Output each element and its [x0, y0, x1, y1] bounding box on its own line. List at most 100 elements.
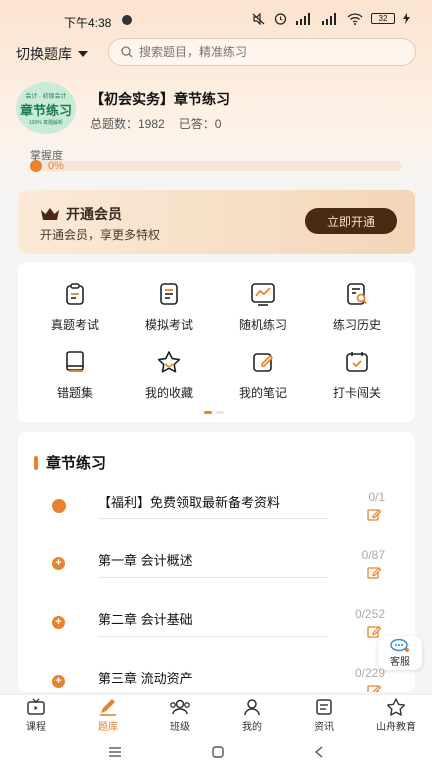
tool-label: 打卡闯关 [332, 386, 381, 400]
expand-plus-icon[interactable]: + [52, 557, 65, 570]
status-time: 下午4:38 [64, 16, 112, 30]
system-nav-bar [0, 736, 432, 768]
chapter-name: 【福利】免费领取最新备考资料 [98, 495, 281, 510]
logo-top-text: 会计 · 初级会计 [25, 93, 67, 100]
expand-plus-icon[interactable]: + [52, 616, 65, 629]
search-icon [121, 46, 133, 58]
edit-icon[interactable] [367, 684, 381, 692]
answered-questions: 已答：0 [178, 117, 222, 131]
tools-pager [204, 411, 224, 414]
course-title: 【初会实务】章节练习 [90, 91, 230, 107]
chapter-row[interactable]: + 第三章 流动资产 0/229 [18, 662, 415, 692]
tab-label: 资讯 [314, 722, 334, 733]
tab-question-bank[interactable]: 题库 [72, 695, 144, 736]
history-search-icon [343, 280, 371, 308]
chapter-row[interactable]: + 第二章 会计基础 0/252 [18, 603, 415, 653]
tool-check-in[interactable]: 打卡闯关 [312, 348, 402, 401]
group-icon [170, 699, 190, 715]
chapter-section-title: 章节练习 [46, 455, 107, 472]
vip-card: 开通会员 开通会员，享更多特权 立即开通 [18, 190, 415, 254]
tab-class[interactable]: 班级 [144, 695, 216, 736]
chapter-card: 章节练习 【福利】免费领取最新备考资料 0/1 + 第一章 会计概述 0/87 … [18, 432, 415, 692]
total-questions: 总题数：1982 [90, 117, 165, 131]
pager-dot-active [204, 411, 212, 414]
tool-practice-history[interactable]: 练习历史 [312, 280, 402, 333]
tab-label: 题库 [98, 722, 118, 733]
caret-down-icon [78, 51, 88, 57]
customer-service-button[interactable]: 客服 [378, 636, 422, 670]
section-accent-bar [34, 455, 38, 470]
status-icons: 32 [252, 12, 410, 25]
tab-news[interactable]: 资讯 [288, 695, 360, 736]
crown-icon [41, 208, 59, 220]
chapter-row[interactable]: 【福利】免费领取最新备考资料 0/1 [18, 486, 415, 536]
back-icon[interactable] [314, 746, 324, 758]
edit-icon[interactable] [367, 508, 381, 521]
customer-service-label: 客服 [390, 656, 410, 668]
tool-my-favorites[interactable]: 我的收藏 [124, 348, 214, 401]
tool-label: 我的收藏 [144, 386, 193, 400]
menu-icon[interactable] [108, 747, 122, 757]
tools-card: 真题考试 模拟考试 随机练习 练习历史 错题集 我的收藏 我的笔记 打卡闯关 [18, 262, 415, 422]
divider [98, 636, 328, 637]
logo-sub-text: 100% 真题解析 [28, 119, 64, 126]
chapter-count: 0/252 [354, 607, 385, 621]
tool-label: 错题集 [56, 386, 93, 400]
status-bar: 下午4:38 32 [0, 0, 432, 40]
signal-icon-2 [322, 12, 336, 25]
search-box[interactable] [108, 38, 416, 66]
user-icon [244, 699, 260, 716]
vip-title-row: 开通会员 [40, 204, 122, 224]
chapter-status-dot [52, 499, 66, 513]
wifi-icon [347, 12, 363, 25]
chapter-row[interactable]: + 第一章 会计概述 0/87 [18, 544, 415, 594]
alarm-icon [274, 13, 287, 25]
chapter-name: 第一章 会计概述 [98, 553, 193, 568]
tool-random-practice[interactable]: 随机练习 [218, 280, 308, 333]
home-icon[interactable] [212, 746, 224, 758]
chapter-name: 第二章 会计基础 [98, 612, 193, 627]
chapter-count: 0/87 [361, 548, 385, 562]
tv-icon [27, 698, 45, 715]
tool-mock-exam[interactable]: 模拟考试 [124, 280, 214, 333]
news-icon [316, 699, 332, 715]
search-input[interactable] [139, 45, 389, 59]
tab-label: 我的 [242, 722, 262, 733]
tool-label: 随机练习 [238, 318, 287, 332]
star-icon [155, 348, 183, 376]
pager-dot [216, 411, 224, 414]
charging-icon [403, 13, 410, 24]
tab-label: 山舟教育 [376, 722, 416, 733]
divider [98, 577, 328, 578]
notification-icon [122, 15, 132, 25]
mastery-percent: 0% [48, 160, 64, 172]
course-stats: 总题数：1982 已答：0 [90, 115, 221, 132]
tool-real-exam[interactable]: 真题考试 [30, 280, 120, 333]
edit-icon[interactable] [367, 566, 381, 579]
tool-label: 真题考试 [50, 318, 99, 332]
edit-icon[interactable] [367, 625, 381, 638]
battery-icon: 32 [371, 13, 395, 24]
expand-plus-icon[interactable]: + [52, 675, 65, 688]
mastery-progress-bar [30, 161, 402, 171]
mute-icon [252, 12, 265, 25]
tool-wrong-questions[interactable]: 错题集 [30, 348, 120, 401]
divider [98, 518, 328, 519]
logo-main-text: 章节练习 [19, 102, 72, 118]
tool-my-notes[interactable]: 我的笔记 [218, 348, 308, 401]
open-vip-button[interactable]: 立即开通 [305, 208, 397, 234]
tool-label: 练习历史 [332, 318, 381, 332]
chart-icon [249, 280, 277, 308]
switch-bank-button[interactable]: 切换题库 [16, 44, 88, 64]
tool-label: 模拟考试 [144, 318, 193, 332]
clipboard-icon [61, 280, 89, 308]
tab-courses[interactable]: 课程 [0, 695, 72, 736]
tab-label: 班级 [170, 722, 190, 733]
chapter-name: 第三章 流动资产 [98, 671, 193, 686]
tab-label: 课程 [26, 722, 46, 733]
course-logo: 会计 · 初级会计 章节练习 100% 真题解析 [16, 82, 76, 134]
chat-icon [390, 638, 409, 652]
tab-mine[interactable]: 我的 [216, 695, 288, 736]
tab-shanzhou-education[interactable]: 山舟教育 [360, 695, 432, 736]
switch-bank-label: 切换题库 [16, 46, 72, 62]
